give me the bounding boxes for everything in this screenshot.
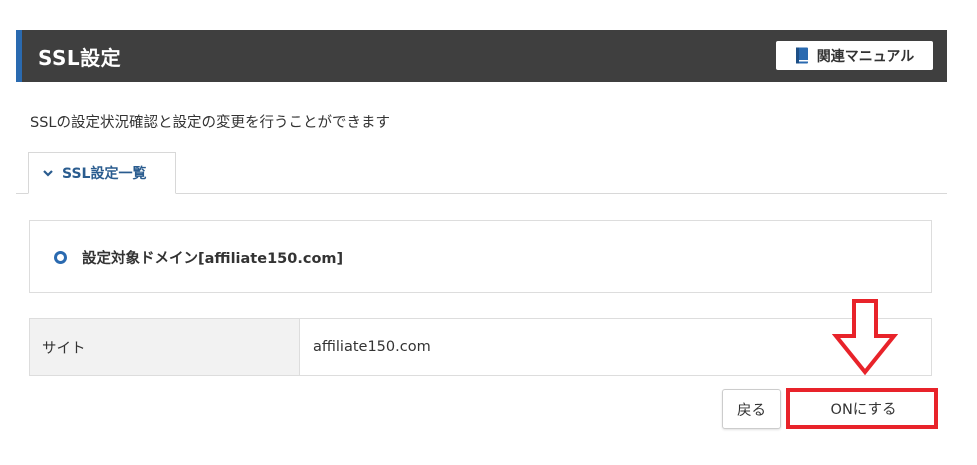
target-domain-title: 設定対象ドメイン[affiliate150.com]: [82, 251, 344, 267]
circle-bullet-icon: [54, 251, 67, 264]
site-label: サイト: [30, 319, 300, 375]
page-title: SSL設定: [38, 46, 122, 70]
related-manual-label: 関連マニュアル: [816, 48, 915, 65]
site-info-table: サイト affiliate150.com: [29, 318, 932, 376]
page-description: SSLの設定状況確認と設定の変更を行うことができます: [30, 115, 390, 131]
tab-label: SSL設定一覧: [62, 166, 147, 182]
target-domain-panel: 設定対象ドメイン[affiliate150.com]: [29, 220, 932, 293]
annotation-arrow-down-icon: [832, 299, 898, 376]
related-manual-button[interactable]: 関連マニュアル: [776, 41, 933, 70]
page-header: SSL設定 関連マニュアル: [16, 30, 947, 82]
chevron-down-icon: [43, 170, 53, 177]
turn-on-button[interactable]: ONにする: [793, 391, 934, 426]
tab-ssl-settings-list[interactable]: SSL設定一覧: [28, 152, 176, 194]
back-button[interactable]: 戻る: [722, 389, 781, 429]
book-icon: [795, 47, 808, 64]
